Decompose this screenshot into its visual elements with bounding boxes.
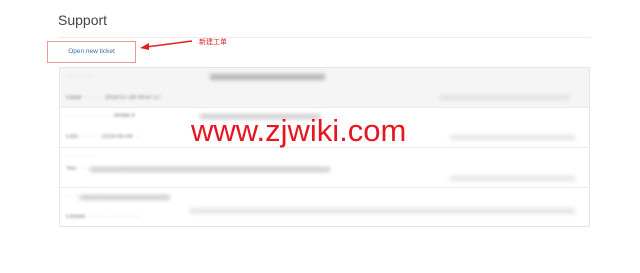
- ticket-row[interactable]: · · · · · · · Close · · · · · · 2019-07-…: [60, 68, 589, 108]
- watermark-text: www.zjwiki.com: [191, 113, 407, 148]
- ticket-meta-blur: [190, 208, 575, 214]
- ticket-subject: · · · · · · · ·: [66, 153, 94, 159]
- annotation-arrow-icon: [140, 40, 193, 50]
- ticket-subject-blur: [80, 195, 170, 200]
- ticket-meta-blur: [90, 167, 330, 172]
- ticket-status: [440, 95, 570, 100]
- ticket-status: [450, 135, 575, 140]
- ticket-status: [450, 176, 575, 181]
- ticket-subject: · · · · · · ·: [68, 74, 92, 80]
- ticket-subject: · · · · · · · · · · · · · renew it: [66, 113, 135, 119]
- ticket-subject: [210, 74, 325, 80]
- ticket-meta: Clos · · · · · · 2019-05-09 · ·: [66, 134, 140, 140]
- open-new-ticket-button[interactable]: Open new ticket: [47, 41, 136, 63]
- annotation-label: 新建工单: [199, 38, 227, 46]
- ticket-meta: Closed · · · · · · · · · · · · · · ·: [66, 214, 140, 220]
- page-title: Support: [58, 12, 108, 28]
- ticket-meta: Close · · · · · · 2019-07-28 09:47:27: [66, 95, 161, 101]
- ticket-row[interactable]: · · · · · · · · You · · · · · · · · · · …: [60, 148, 589, 188]
- ticket-row[interactable]: · · · · · · · · · · Closed · · · · · · ·…: [60, 188, 589, 228]
